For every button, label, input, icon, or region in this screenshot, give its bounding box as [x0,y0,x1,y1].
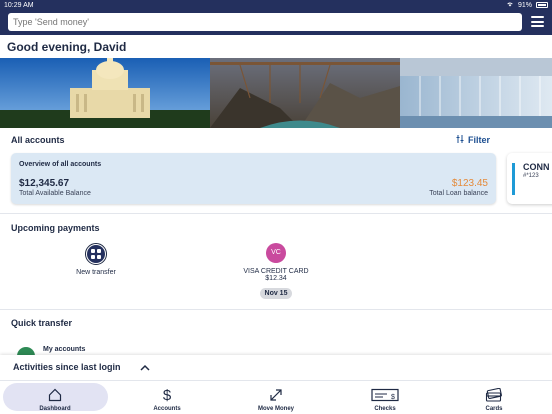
available-balance-label: Total Available Balance [19,190,91,197]
greeting-text: Good evening, David [7,40,127,54]
account-number: #*123 [523,173,539,179]
banner-image [0,58,552,128]
tab-label: Accounts [153,406,181,412]
battery-icon [536,2,548,8]
available-balance: $12,345.67 [19,178,70,189]
my-accounts-label: My accounts [43,346,86,353]
tab-dashboard[interactable]: Dashboard [0,381,110,414]
filter-label: Filter [468,135,491,145]
tab-checks[interactable]: $ Checks [330,381,440,414]
upcoming-payments-title: Upcoming payments [11,223,100,233]
all-accounts-title: All accounts [11,135,65,145]
tab-label: Checks [374,406,396,412]
tab-label: Cards [485,406,503,412]
tab-label: Move Money [257,406,294,412]
transfer-arrows-icon [221,386,331,404]
app-header [0,10,552,35]
dollar-icon: $ [112,386,222,404]
tab-label: Dashboard [39,406,71,412]
cards-icon [439,386,549,404]
tab-accounts[interactable]: $ Accounts [112,381,222,414]
chevron-up-icon[interactable] [139,361,151,373]
new-transfer-icon [85,243,107,265]
new-transfer-button[interactable]: New transfer [70,243,122,276]
check-icon: $ [330,386,440,404]
tab-move-money[interactable]: Move Money [221,381,331,414]
status-time: 10:29 AM [4,1,34,9]
account-card-conn[interactable]: CONN #*123 [507,153,552,204]
divider [0,213,552,214]
filter-button[interactable]: Filter [456,135,490,145]
loan-balance: $123.45 [451,178,488,189]
tab-cards[interactable]: Cards [439,381,549,414]
hamburger-menu-icon[interactable] [531,16,544,27]
loan-balance-label: Total Loan balance [429,190,488,197]
activities-title: Activities since last login [13,362,121,372]
payment-amount: $12.34 [265,275,287,282]
svg-text:$: $ [163,387,172,403]
activities-panel[interactable]: Activities since last login [0,355,552,380]
payee-name: VISA CREDIT CARD [243,268,309,275]
account-name: CONN [523,162,550,172]
divider [0,309,552,310]
overview-card[interactable]: Overview of all accounts $12,345.67 Tota… [11,153,496,204]
filter-icon [456,135,464,145]
new-transfer-label: New transfer [76,269,116,276]
payment-date-badge: Nov 15 [259,288,293,299]
svg-text:$: $ [391,394,395,401]
search-input[interactable] [8,13,522,31]
quick-transfer-title: Quick transfer [11,318,73,328]
status-bar: 10:29 AM 91% [0,0,552,10]
payee-avatar: VC [266,243,286,263]
payment-item-visa[interactable]: VC VISA CREDIT CARD $12.34 Nov 15 [236,243,316,300]
account-color-bar [512,163,515,195]
wifi-icon [506,1,514,9]
tab-bar: Dashboard $ Accounts Move Money $ Checks… [0,380,552,414]
home-icon [0,386,110,404]
battery-percent: 91% [517,1,532,9]
overview-title: Overview of all accounts [19,161,102,168]
